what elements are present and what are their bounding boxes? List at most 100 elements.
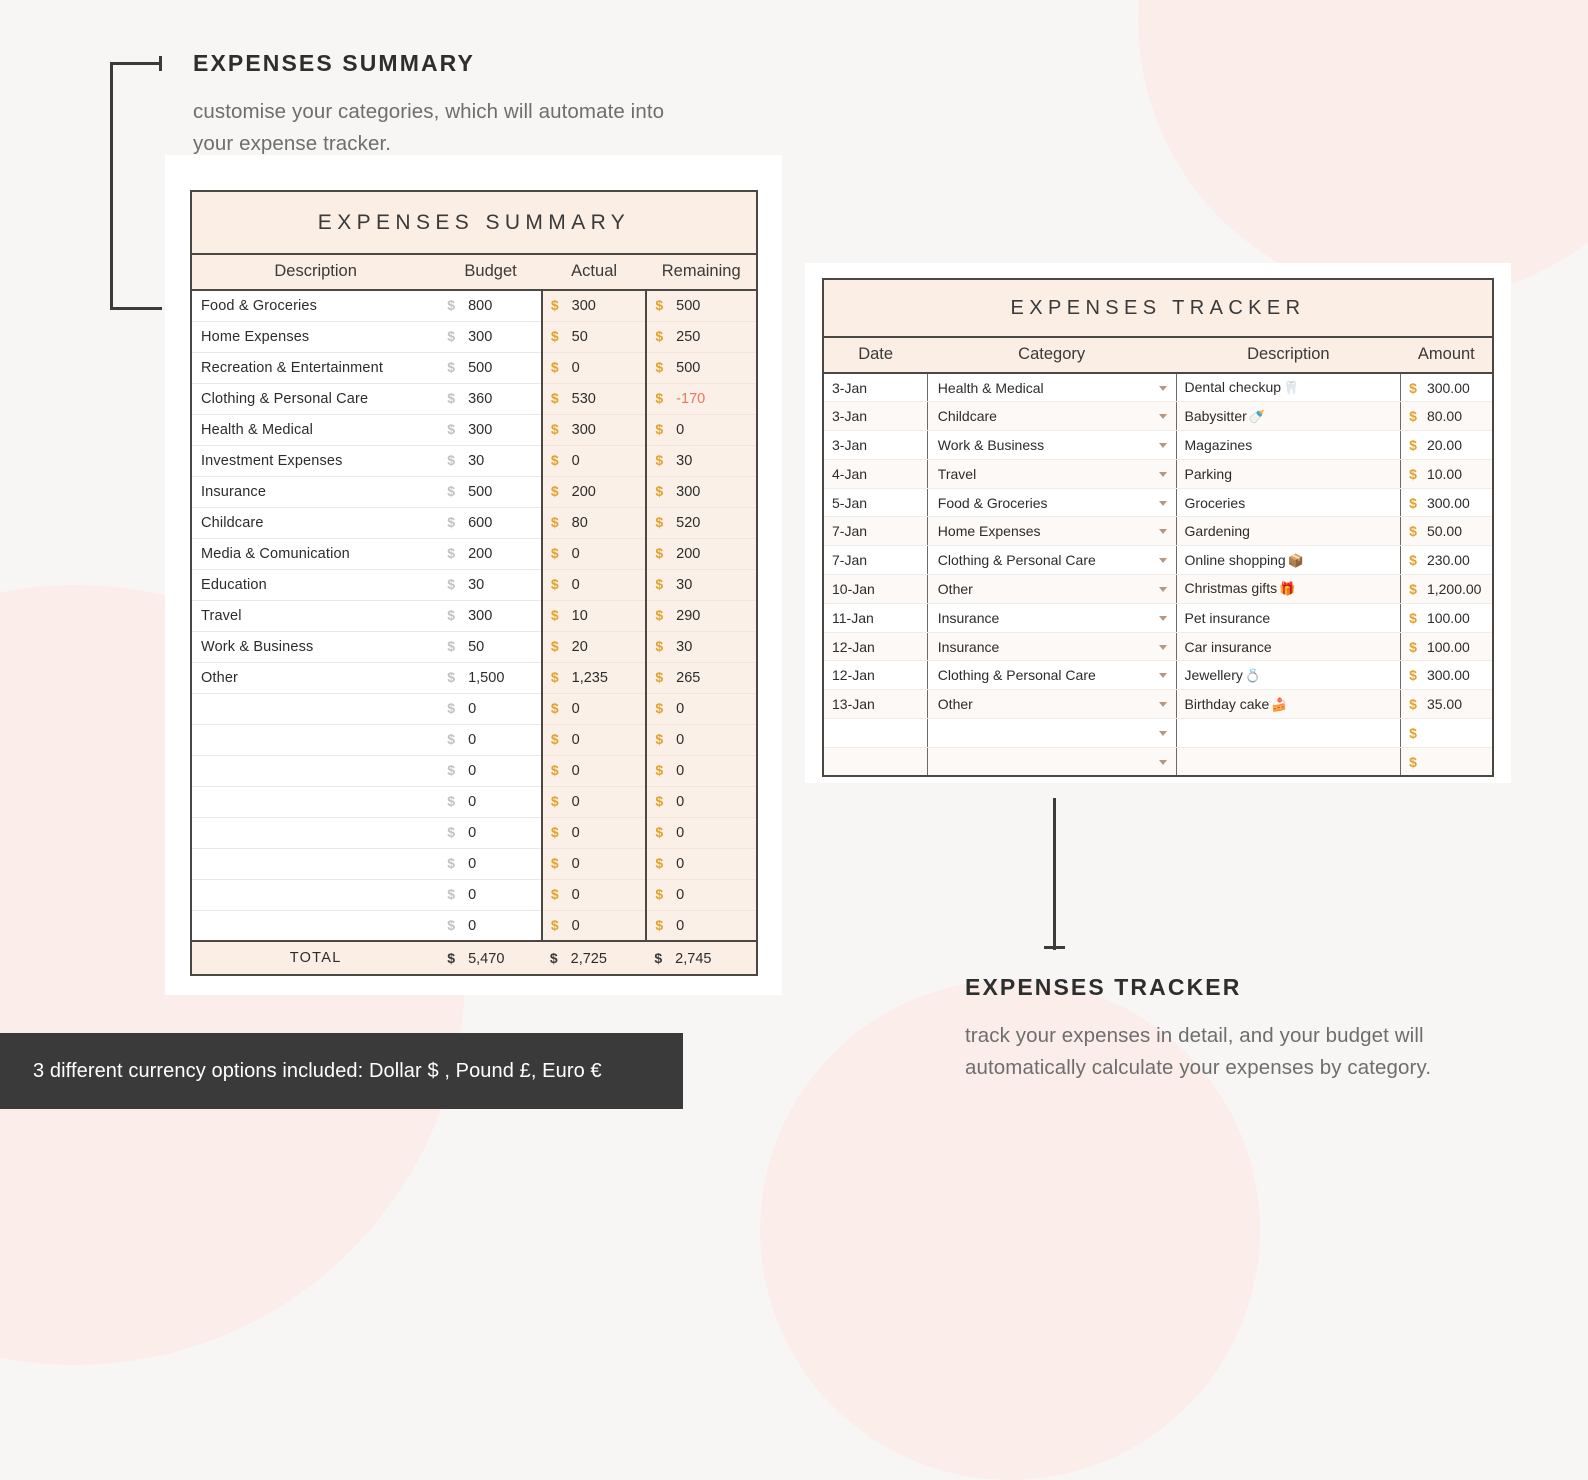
summary-cell-remaining[interactable]: $250: [645, 321, 757, 353]
summary-cell-actual[interactable]: $0: [540, 724, 647, 756]
tracker-cell-date[interactable]: 3-Jan: [823, 373, 928, 403]
summary-row[interactable]: Media & Comunication $200 $0 $200: [191, 538, 757, 570]
tracker-cell-category[interactable]: Childcare: [926, 401, 1177, 432]
tracker-row[interactable]: 3-Jan Work & Business Magazines $20.00: [823, 430, 1493, 460]
summary-cell-description[interactable]: [191, 693, 440, 725]
summary-row[interactable]: Education $30 $0 $30: [191, 569, 757, 601]
chevron-down-icon[interactable]: [1158, 442, 1167, 448]
chevron-down-icon[interactable]: [1158, 558, 1167, 564]
summary-cell-actual[interactable]: $10: [540, 600, 647, 632]
summary-row[interactable]: $0 $0 $0: [191, 879, 757, 911]
tracker-row[interactable]: 11-Jan Insurance Pet insurance $100.00: [823, 603, 1493, 633]
summary-cell-description[interactable]: Home Expenses: [191, 321, 440, 353]
tracker-cell-description[interactable]: Magazines: [1175, 430, 1401, 460]
tracker-cell-description[interactable]: [1175, 747, 1401, 777]
summary-cell-description[interactable]: [191, 910, 440, 942]
tracker-cell-description[interactable]: Babysitter 🍼: [1175, 401, 1401, 432]
tracker-cell-amount[interactable]: $230.00: [1400, 545, 1493, 576]
tracker-cell-category[interactable]: Food & Groceries: [926, 488, 1177, 518]
chevron-down-icon[interactable]: [1158, 644, 1167, 650]
tracker-cell-date[interactable]: 12-Jan: [823, 632, 928, 662]
summary-cell-budget[interactable]: $500: [439, 352, 542, 384]
summary-cell-description[interactable]: [191, 786, 440, 818]
summary-row[interactable]: $0 $0 $0: [191, 755, 757, 787]
tracker-cell-description[interactable]: Pet insurance: [1175, 603, 1401, 633]
tracker-cell-category[interactable]: Travel: [926, 459, 1177, 489]
summary-cell-actual[interactable]: $0: [540, 538, 647, 570]
tracker-cell-date[interactable]: 7-Jan: [823, 545, 928, 576]
summary-cell-budget[interactable]: $0: [439, 817, 542, 849]
summary-cell-remaining[interactable]: $0: [645, 910, 757, 942]
summary-cell-description[interactable]: Work & Business: [191, 631, 440, 663]
summary-row[interactable]: Food & Groceries $800 $300 $500: [191, 290, 757, 322]
tracker-cell-date[interactable]: 4-Jan: [823, 459, 928, 489]
tracker-cell-description[interactable]: Online shopping 📦: [1175, 545, 1401, 576]
summary-cell-actual[interactable]: $1,235: [540, 662, 647, 694]
summary-cell-actual[interactable]: $200: [540, 476, 647, 508]
summary-cell-budget[interactable]: $360: [439, 383, 542, 415]
summary-cell-budget[interactable]: $0: [439, 848, 542, 880]
summary-cell-remaining[interactable]: $0: [645, 879, 757, 911]
summary-cell-description[interactable]: Investment Expenses: [191, 445, 440, 477]
tracker-cell-date[interactable]: 3-Jan: [823, 430, 928, 460]
summary-cell-remaining[interactable]: $30: [645, 631, 757, 663]
summary-cell-budget[interactable]: $0: [439, 910, 542, 942]
summary-cell-actual[interactable]: $20: [540, 631, 647, 663]
summary-cell-actual[interactable]: $50: [540, 321, 647, 353]
summary-cell-description[interactable]: Other: [191, 662, 440, 694]
summary-row[interactable]: Travel $300 $10 $290: [191, 600, 757, 632]
tracker-cell-amount[interactable]: $: [1400, 747, 1493, 777]
summary-cell-remaining[interactable]: $200: [645, 538, 757, 570]
chevron-down-icon[interactable]: [1158, 673, 1167, 679]
tracker-row[interactable]: 5-Jan Food & Groceries Groceries $300.00: [823, 488, 1493, 518]
tracker-row[interactable]: 12-Jan Clothing & Personal Care Jewellery 💍…: [823, 660, 1493, 691]
summary-cell-actual[interactable]: $0: [540, 755, 647, 787]
summary-cell-budget[interactable]: $200: [439, 538, 542, 570]
summary-cell-actual[interactable]: $300: [540, 290, 647, 322]
summary-row[interactable]: $0 $0 $0: [191, 910, 757, 942]
tracker-cell-category[interactable]: Work & Business: [926, 430, 1177, 460]
tracker-cell-date[interactable]: 3-Jan: [823, 401, 928, 432]
summary-cell-budget[interactable]: $600: [439, 507, 542, 539]
summary-cell-budget[interactable]: $1,500: [439, 662, 542, 694]
tracker-row[interactable]: 3-Jan Health & Medical Dental checkup 🦷 $300…: [823, 373, 1493, 403]
summary-cell-actual[interactable]: $0: [540, 693, 647, 725]
tracker-cell-description[interactable]: Car insurance: [1175, 632, 1401, 662]
tracker-row[interactable]: 4-Jan Travel Parking $10.00: [823, 459, 1493, 489]
tracker-cell-amount[interactable]: $80.00: [1400, 401, 1493, 432]
summary-cell-description[interactable]: Media & Comunication: [191, 538, 440, 570]
tracker-cell-category[interactable]: Insurance: [926, 632, 1177, 662]
tracker-cell-date[interactable]: 10-Jan: [823, 574, 928, 604]
tracker-cell-amount[interactable]: $50.00: [1400, 516, 1493, 547]
tracker-cell-category[interactable]: Home Expenses: [926, 516, 1177, 547]
tracker-cell-description[interactable]: Groceries: [1175, 488, 1401, 518]
summary-cell-remaining[interactable]: $0: [645, 848, 757, 880]
summary-cell-description[interactable]: [191, 848, 440, 880]
summary-cell-actual[interactable]: $0: [540, 445, 647, 477]
tracker-cell-amount[interactable]: $10.00: [1400, 459, 1493, 489]
summary-cell-actual[interactable]: $0: [540, 352, 647, 384]
summary-cell-remaining[interactable]: $500: [645, 290, 757, 322]
tracker-cell-category[interactable]: Other: [926, 689, 1177, 720]
summary-cell-remaining[interactable]: $520: [645, 507, 757, 539]
tracker-cell-description[interactable]: Birthday cake 🍰: [1175, 689, 1401, 720]
tracker-cell-date[interactable]: [823, 718, 928, 748]
summary-cell-actual[interactable]: $0: [540, 817, 647, 849]
summary-cell-remaining[interactable]: $0: [645, 414, 757, 446]
chevron-down-icon[interactable]: [1158, 471, 1167, 477]
tracker-cell-description[interactable]: Jewellery 💍: [1175, 660, 1401, 691]
summary-cell-budget[interactable]: $30: [439, 445, 542, 477]
tracker-cell-description[interactable]: Gardening: [1175, 516, 1401, 547]
tracker-cell-amount[interactable]: $100.00: [1400, 632, 1493, 662]
chevron-down-icon[interactable]: [1158, 759, 1167, 765]
tracker-cell-amount[interactable]: $300.00: [1400, 660, 1493, 691]
tracker-cell-date[interactable]: 5-Jan: [823, 488, 928, 518]
summary-cell-budget[interactable]: $0: [439, 755, 542, 787]
summary-cell-budget[interactable]: $300: [439, 600, 542, 632]
tracker-cell-category[interactable]: Insurance: [926, 603, 1177, 633]
summary-cell-remaining[interactable]: $0: [645, 786, 757, 818]
tracker-cell-amount[interactable]: $100.00: [1400, 603, 1493, 633]
summary-cell-actual[interactable]: $80: [540, 507, 647, 539]
summary-cell-description[interactable]: [191, 817, 440, 849]
summary-row[interactable]: Investment Expenses $30 $0 $30: [191, 445, 757, 477]
